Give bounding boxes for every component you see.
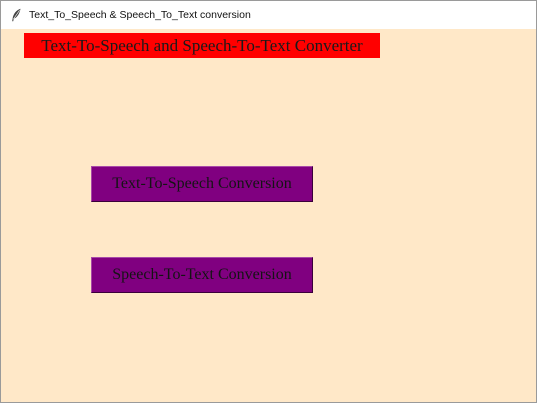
- page-heading: Text-To-Speech and Speech-To-Text Conver…: [24, 33, 380, 58]
- feather-icon: [9, 8, 23, 22]
- speech-to-text-button[interactable]: Speech-To-Text Conversion: [91, 257, 313, 293]
- text-to-speech-button[interactable]: Text-To-Speech Conversion: [91, 166, 313, 202]
- app-window: Text_To_Speech & Speech_To_Text conversi…: [0, 0, 537, 403]
- window-title: Text_To_Speech & Speech_To_Text conversi…: [29, 9, 251, 21]
- main-content: Text-To-Speech and Speech-To-Text Conver…: [1, 29, 536, 402]
- title-bar[interactable]: Text_To_Speech & Speech_To_Text conversi…: [1, 1, 536, 29]
